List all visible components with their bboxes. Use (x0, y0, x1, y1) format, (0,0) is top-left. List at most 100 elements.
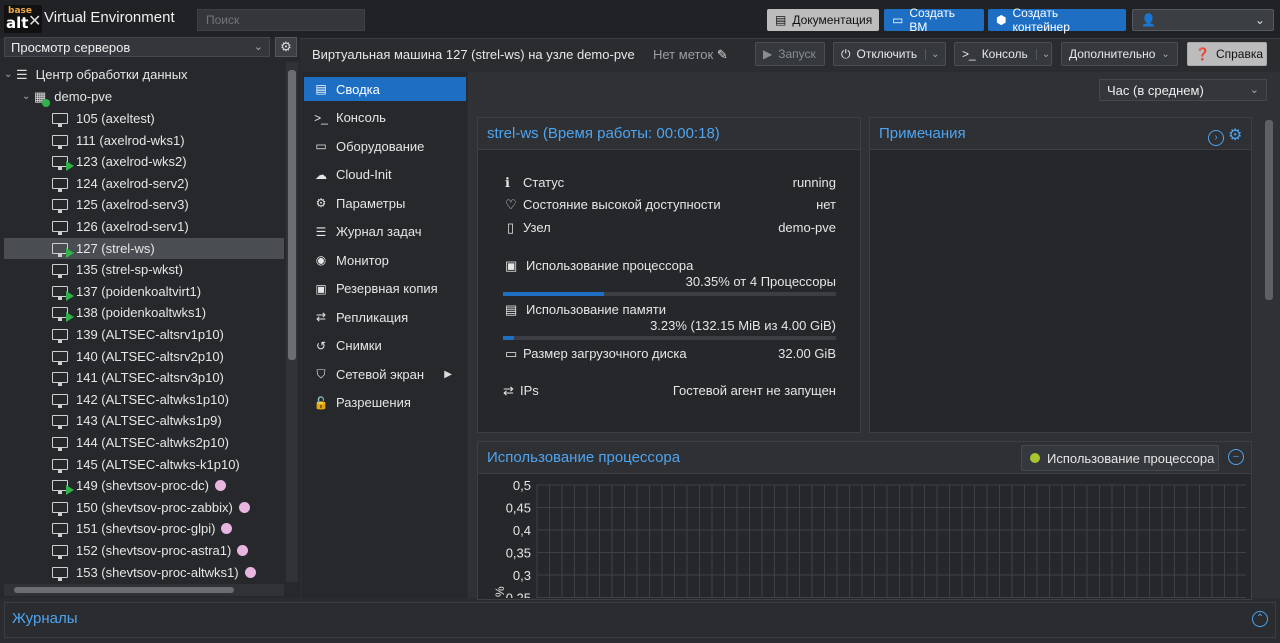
memory-icon: ▤ (505, 302, 518, 317)
tree-item-vm[interactable]: 127 (strel-ws) (4, 237, 284, 259)
nav-item[interactable]: ☁ Cloud-Init (304, 163, 466, 187)
chevron-down-icon: ⌄ (1249, 84, 1259, 96)
create-container-button[interactable]: ⬢ Создать контейнер (988, 6, 1126, 34)
play-icon: ▶ (763, 47, 773, 61)
help-button[interactable]: ❓ Справка (1187, 42, 1267, 66)
tree-item-vm[interactable]: 140 (ALTSEC-altsrv2p10) (4, 346, 284, 367)
logs-title[interactable]: Журналы (12, 610, 78, 627)
server-view-label: Просмотр серверов (11, 40, 131, 55)
tree-item-vm[interactable]: 126 (axelrod-serv1) (4, 216, 284, 237)
vm-stopped-icon (52, 393, 68, 408)
tree-item-vm[interactable]: 144 (ALTSEC-altwks2p10) (4, 432, 284, 453)
cpu-usage-value: 30.35% от 4 Процессоры (685, 274, 836, 289)
collapse-circle-icon[interactable]: – (1228, 449, 1244, 465)
tree-item-vm[interactable]: 153 (shevtsov-proc-altwks1) (4, 562, 284, 583)
tree-item-vm[interactable]: 150 (shevtsov-proc-zabbix) (4, 497, 284, 518)
documentation-button[interactable]: ▤ Документация (767, 9, 879, 31)
tree-item-vm[interactable]: 105 (axeltest) (4, 108, 284, 129)
tree-item-label: 152 (shevtsov-proc-astra1) (76, 543, 232, 558)
nav-item-label: Cloud-Init (336, 167, 392, 182)
cpu-usage-label: Использование процессора (526, 258, 694, 273)
tree-scrollbar[interactable] (286, 62, 298, 582)
chevron-right-circle-icon[interactable]: › (1208, 130, 1224, 146)
chevron-down-icon: ⌄ (253, 41, 263, 53)
tree-item-vm[interactable]: 125 (axelrod-serv3) (4, 194, 284, 215)
timeframe-select[interactable]: Час (в среднем) ⌄ (1099, 79, 1267, 101)
node-value: demo-pve (778, 220, 836, 235)
nav-item[interactable]: ▤ Сводка (304, 77, 466, 101)
shutdown-button[interactable]: ⏻ Отключить ⌄ (833, 42, 946, 66)
nav-item[interactable]: ◉ Монитор (304, 248, 466, 272)
chart-legend-item[interactable]: Использование процессора (1021, 445, 1219, 471)
y-tick-label: 0,3 (513, 568, 531, 583)
tree-item-label: 125 (axelrod-serv3) (76, 197, 189, 213)
tree-item-vm[interactable]: 145 (ALTSEC-altwks-k1p10) (4, 454, 284, 475)
server-view-select[interactable]: Просмотр серверов ⌄ (4, 37, 270, 57)
nav-item[interactable]: ☰ Журнал задач (304, 220, 466, 244)
tree-item-vm[interactable]: 151 (shevtsov-proc-glpi) (4, 518, 284, 539)
nav-item[interactable]: ⚙ Параметры (304, 191, 466, 215)
start-button[interactable]: ▶ Запуск (755, 42, 825, 66)
tree-item-vm[interactable]: 138 (poidenkoaltwks1) (4, 302, 284, 323)
tree-item-label: 149 (shevtsov-proc-dc) (76, 478, 209, 494)
chevron-down-icon[interactable]: ⌄ (925, 48, 940, 60)
tree-item-vm[interactable]: 111 (axelrod-wks1) (4, 130, 284, 151)
vm-stopped-icon (52, 545, 68, 559)
cpu-usage-chart: 0,5 0,45 0,4 0,35 0,3 0,25% (493, 478, 1246, 598)
tree-item-vm[interactable]: 142 (ALTSEC-altwks1p10) (4, 389, 284, 410)
console-label: Консоль (981, 47, 1028, 61)
tree-item-vm[interactable]: 143 (ALTSEC-altwks1p9) (4, 410, 284, 431)
user-menu-button[interactable]: 👤 ⌄ (1132, 9, 1274, 31)
nav-item[interactable]: ⛉ Сетевой экран ▶ (304, 362, 466, 386)
nav-item[interactable]: ▣ Резервная копия (304, 277, 466, 301)
vm-running-icon (52, 156, 74, 172)
y-tick-label: 0,35 (506, 546, 531, 561)
nav-item[interactable]: >_ Консоль (304, 106, 466, 130)
create-vm-button[interactable]: ▭ Создать ВМ (884, 6, 984, 34)
terminal-icon: >_ (314, 110, 328, 125)
vm-title: Виртуальная машина 127 (strel-ws) на узл… (312, 47, 635, 62)
tree-item-vm[interactable]: 139 (ALTSEC-altsrv1p10) (4, 324, 284, 345)
question-circle-icon: ❓ (1195, 47, 1210, 61)
tags-edit[interactable]: Нет меток ✎ (653, 47, 728, 63)
content-scrollbar[interactable] (1262, 106, 1276, 598)
nav-item[interactable]: 🔓 Разрешения (304, 391, 466, 415)
vm-running-icon (52, 285, 74, 301)
tag-dot-icon (237, 545, 249, 556)
vm-running-icon (52, 307, 74, 323)
tree-item-vm[interactable]: 149 (shevtsov-proc-dc) (4, 475, 284, 496)
tree-settings-button[interactable]: ⚙ (275, 37, 297, 57)
power-icon: ⏻ (841, 46, 851, 61)
collapse-icon[interactable]: ⌄ (22, 91, 34, 102)
console-button[interactable]: >_ Консоль ⌄ (954, 42, 1052, 66)
tree-item-vm[interactable]: 152 (shevtsov-proc-astra1) (4, 540, 284, 561)
floppy-icon: ▣ (315, 281, 327, 296)
vm-stopped-icon (52, 113, 68, 127)
nav-item-label: Разрешения (336, 395, 411, 410)
nav-item-label: Резервная копия (336, 281, 438, 296)
expand-circle-icon[interactable]: ⌃ (1252, 611, 1268, 627)
collapse-icon[interactable]: ⌄ (4, 69, 16, 80)
more-button[interactable]: Дополнительно ⌄ (1061, 42, 1178, 66)
nav-item[interactable]: ⇄ Репликация (304, 305, 466, 329)
nav-item-label: Снимки (336, 338, 382, 353)
eye-icon: ◉ (315, 253, 327, 267)
tree-item-vm[interactable]: 123 (axelrod-wks2) (4, 151, 284, 172)
tree-item-vm[interactable]: 141 (ALTSEC-altsrv3p10) (4, 367, 284, 388)
tree-item-label: 127 (strel-ws) (76, 240, 155, 256)
gear-icon[interactable]: ⚙ (1228, 127, 1242, 144)
nav-item[interactable]: ▭ Оборудование (304, 134, 466, 158)
book-icon: ▤ (315, 82, 327, 96)
nav-item[interactable]: ↺ Снимки (304, 334, 466, 358)
tree-item-vm[interactable]: 124 (axelrod-serv2) (4, 173, 284, 194)
tree-item-node[interactable]: ⌄ ▦ demo-pve (4, 86, 284, 107)
tree-item-vm[interactable]: 137 (poidenkoaltvirt1) (4, 281, 284, 302)
pencil-icon[interactable]: ✎ (717, 47, 728, 62)
tree-item-datacenter[interactable]: ⌄ ☰ Центр обработки данных (4, 64, 284, 85)
tree-horizontal-scrollbar[interactable] (4, 584, 284, 596)
book-icon: ▤ (775, 13, 787, 27)
chevron-down-icon[interactable]: ⌄ (1035, 48, 1050, 60)
search-input[interactable] (197, 9, 365, 31)
start-label: Запуск (778, 47, 816, 61)
tree-item-vm[interactable]: 135 (strel-sp-wkst) (4, 259, 284, 280)
